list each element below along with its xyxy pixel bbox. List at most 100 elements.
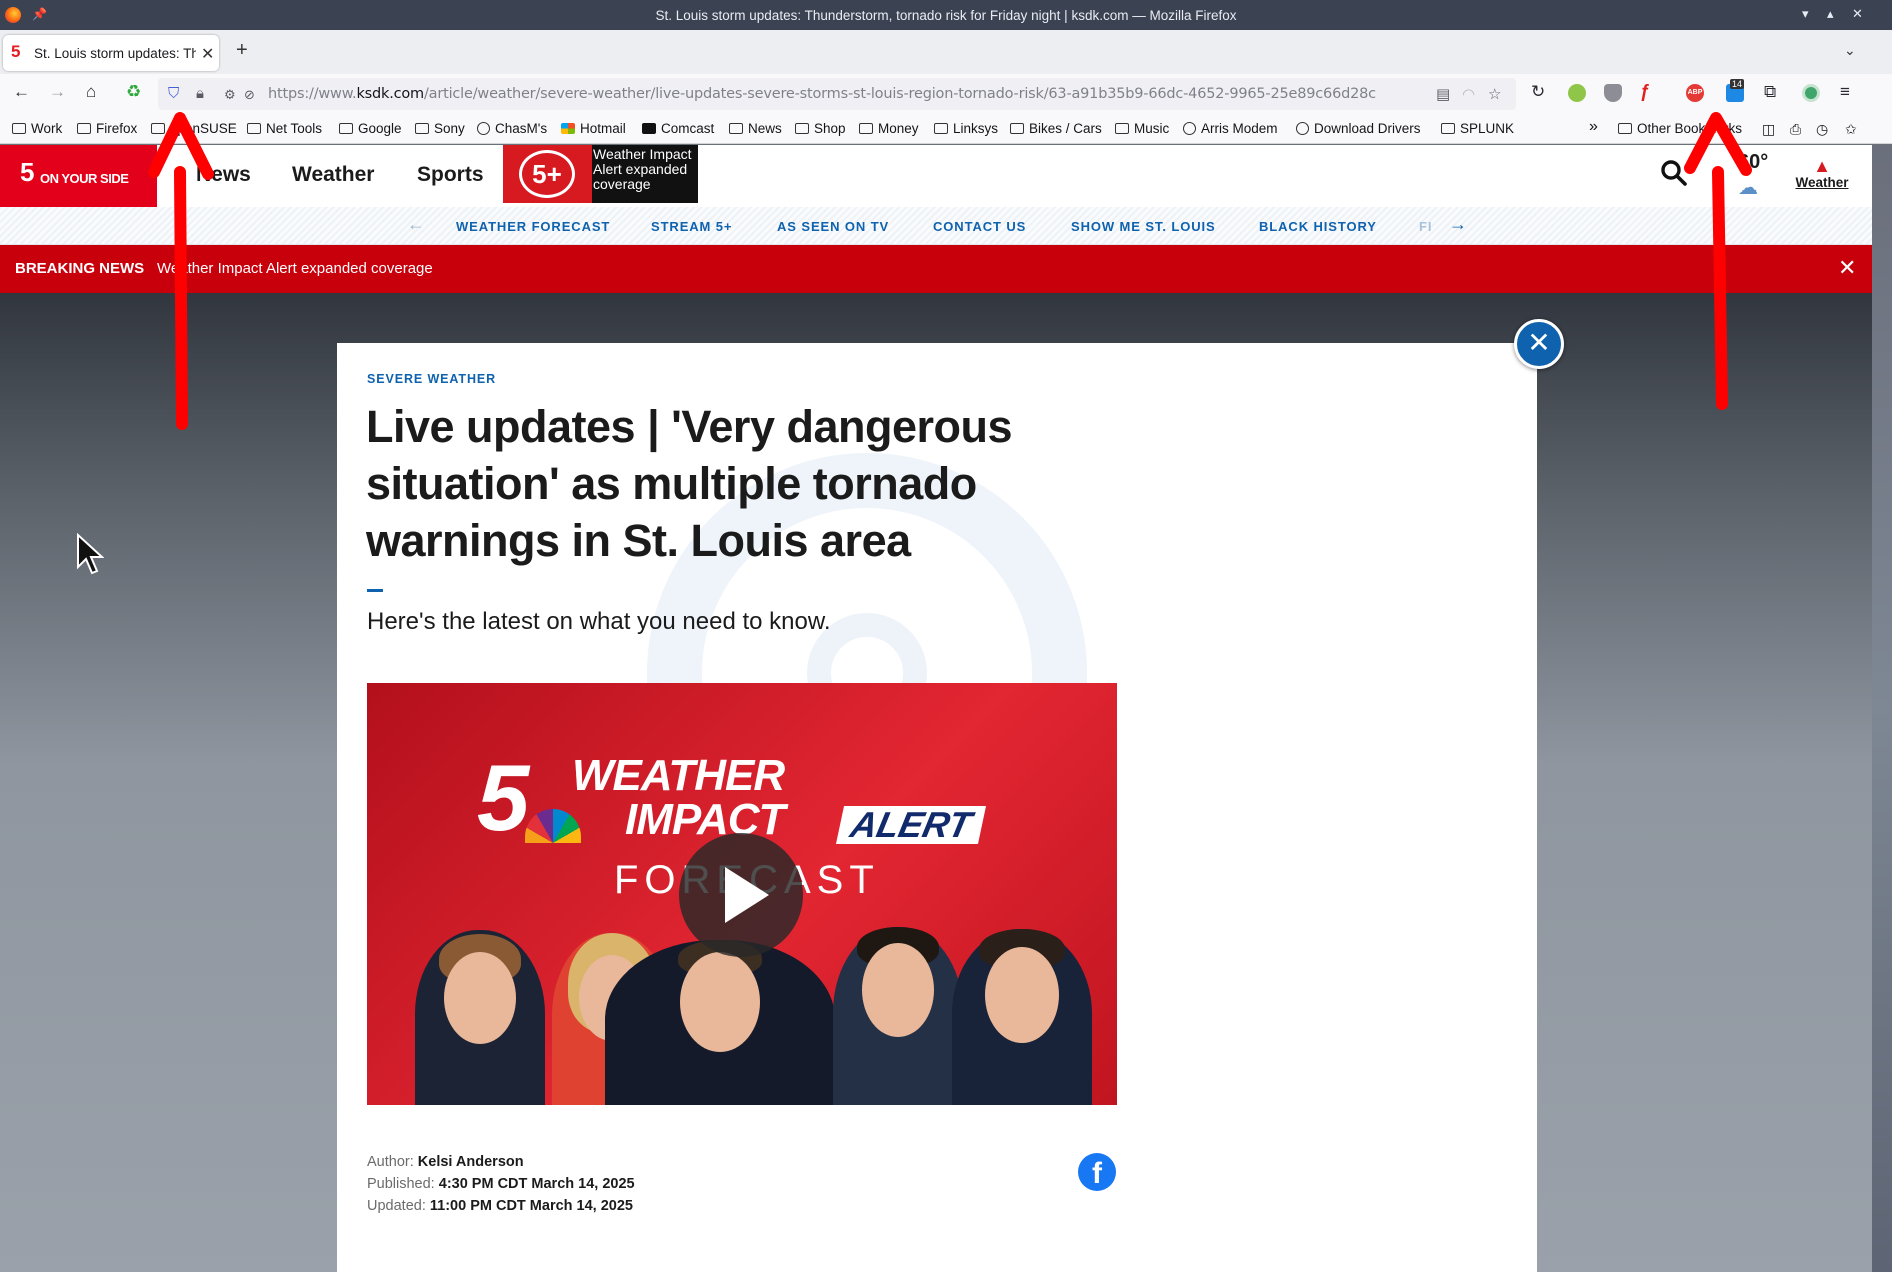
- anchor-photo: [952, 929, 1092, 1105]
- bookmark-work[interactable]: Work: [12, 121, 62, 136]
- extension-shield-icon[interactable]: [1604, 84, 1622, 102]
- profile-extension-icon[interactable]: [1802, 84, 1820, 102]
- fiveplus-logo-bg: 5+: [503, 145, 592, 203]
- article-category[interactable]: SEVERE WEATHER: [367, 372, 496, 386]
- anchor-face: [985, 947, 1059, 1043]
- bookmark-chasms[interactable]: ChasM's: [477, 121, 547, 136]
- logo-text: ON YOUR SIDE: [40, 171, 129, 186]
- bookmark-bikes-cars[interactable]: Bikes / Cars: [1010, 121, 1102, 136]
- bookmark-splunk[interactable]: SPLUNK: [1441, 121, 1514, 136]
- url-text[interactable]: https://www.ksdk.com/article/weather/sev…: [268, 86, 1376, 102]
- close-window-icon[interactable]: ✕: [1852, 6, 1863, 22]
- bookmark-comcast[interactable]: Comcast: [642, 121, 714, 136]
- published-line: Published: 4:30 PM CDT March 14, 2025: [367, 1176, 635, 1192]
- more-bookmarks-chevron-icon[interactable]: »: [1589, 118, 1598, 136]
- play-button-icon[interactable]: [679, 833, 803, 957]
- nav-sports[interactable]: Sports: [417, 163, 484, 187]
- extension-green-icon[interactable]: [1568, 84, 1586, 102]
- nav-weather[interactable]: Weather: [292, 163, 374, 187]
- bookmark-sony[interactable]: Sony: [415, 121, 465, 136]
- video-title-alert: ALERT: [835, 804, 987, 845]
- bookmark-firefox[interactable]: Firefox: [77, 121, 137, 136]
- article-meta: Author: Kelsi Anderson Published: 4:30 P…: [367, 1151, 635, 1217]
- fiveplus-promo[interactable]: 5+ Weather Impact Alert expanded coverag…: [503, 145, 698, 203]
- close-breaking-news-icon[interactable]: ✕: [1838, 255, 1856, 281]
- tab-title: St. Louis storm updates: Th: [34, 46, 196, 61]
- bookmark-star-icon[interactable]: ☆: [1488, 85, 1501, 103]
- reload-icon[interactable]: ↻: [1531, 82, 1545, 102]
- bookmark-arris-modem[interactable]: Arris Modem: [1183, 121, 1278, 136]
- subnav-contact-us[interactable]: CONTACT US: [933, 219, 1026, 234]
- annotation-arrow-extension: [1684, 112, 1752, 410]
- subnav-stream-5plus[interactable]: STREAM 5+: [651, 219, 732, 234]
- folder-icon: [247, 123, 261, 134]
- mouse-cursor-icon: [77, 533, 104, 575]
- lock-icon[interactable]: 🔒︎: [196, 85, 204, 102]
- globe-icon: [477, 122, 490, 135]
- facebook-share-icon[interactable]: f: [1078, 1153, 1116, 1191]
- bookmark-news[interactable]: News: [729, 121, 782, 136]
- tab-ksdk[interactable]: 5 St. Louis storm updates: Th ✕: [3, 35, 219, 71]
- bookmark-download-drivers[interactable]: Download Drivers: [1296, 121, 1421, 136]
- subnav-truncated-item[interactable]: FI: [1419, 219, 1432, 234]
- fiveplus-text: Weather Impact Alert expanded coverage: [593, 146, 692, 192]
- weather-alerts-button[interactable]: ▲ Weather: [1794, 157, 1850, 190]
- bookmarks-toolbar: Work Firefox openSUSE Net Tools Google S…: [0, 114, 1892, 144]
- video-player[interactable]: 5 WEATHER IMPACT ALERT FORECAST: [367, 683, 1117, 1105]
- ksdk-logo[interactable]: 5 ON YOUR SIDE: [0, 145, 157, 207]
- app-menu-icon[interactable]: ≡: [1840, 82, 1850, 102]
- anchor-photo: [605, 940, 835, 1105]
- subnav-as-seen-on-tv[interactable]: AS SEEN ON TV: [777, 219, 889, 234]
- new-tab-button[interactable]: +: [236, 40, 248, 60]
- forward-icon[interactable]: →: [49, 82, 66, 102]
- maximize-icon[interactable]: ▴: [1827, 6, 1834, 22]
- desktop-background-strip: [1872, 145, 1892, 1272]
- bookmark-music[interactable]: Music: [1115, 121, 1169, 136]
- anchor-photo: [833, 927, 963, 1105]
- window-titlebar[interactable]: 📌 St. Louis storm updates: Thunderstorm,…: [0, 0, 1892, 30]
- subnav-show-me-st-louis[interactable]: SHOW ME ST. LOUIS: [1071, 219, 1216, 234]
- back-icon[interactable]: ←: [13, 82, 30, 102]
- folder-icon: [415, 123, 429, 134]
- reader-view-icon[interactable]: ▤: [1436, 85, 1450, 103]
- webpage: 5 ON YOUR SIDE News Weather Sports 5+ We…: [0, 145, 1872, 1272]
- close-tab-icon[interactable]: ✕: [201, 44, 214, 64]
- flash-extension-icon[interactable]: ƒ: [1640, 81, 1658, 101]
- extensions-puzzle-icon[interactable]: ⧉: [1764, 82, 1776, 102]
- close-article-button[interactable]: ✕: [1514, 319, 1564, 369]
- article-summary: Here's the latest on what you need to kn…: [367, 608, 831, 635]
- bookmark-linksys[interactable]: Linksys: [934, 121, 998, 136]
- page-action-icon[interactable]: ◠: [1462, 85, 1475, 103]
- subnav-next-arrow-icon[interactable]: →: [1449, 214, 1468, 235]
- author-name[interactable]: Kelsi Anderson: [418, 1154, 524, 1170]
- bookmark-money[interactable]: Money: [859, 121, 919, 136]
- folder-icon: [859, 123, 873, 134]
- history-icon[interactable]: ◷: [1816, 121, 1828, 138]
- sidebar-icon[interactable]: ◫: [1762, 121, 1775, 138]
- sync-extension-icon[interactable]: ♻: [126, 82, 141, 102]
- folder-icon: [339, 123, 353, 134]
- bookmark-manager-icon[interactable]: ✩: [1845, 121, 1857, 138]
- fiveplus-logo: 5+: [519, 150, 575, 198]
- bookmark-hotmail[interactable]: Hotmail: [561, 121, 626, 136]
- breaking-news-banner[interactable]: BREAKING NEWS Weather Impact Alert expan…: [0, 245, 1872, 293]
- window-title: St. Louis storm updates: Thunderstorm, t…: [655, 8, 1237, 23]
- bookmark-shop[interactable]: Shop: [795, 121, 846, 136]
- minimize-icon[interactable]: ▾: [1802, 6, 1809, 22]
- adblock-plus-icon[interactable]: ABP: [1686, 84, 1704, 102]
- bookmark-google[interactable]: Google: [339, 121, 402, 136]
- subnav-prev-arrow-icon[interactable]: ←: [407, 214, 426, 235]
- subnav-black-history[interactable]: BLACK HISTORY: [1259, 219, 1377, 234]
- subnav-weather-forecast[interactable]: WEATHER FORECAST: [456, 219, 610, 234]
- anchor-photo: [415, 930, 545, 1105]
- screenshot-icon[interactable]: ⎙: [1790, 121, 1801, 138]
- home-icon[interactable]: ⌂: [86, 82, 96, 102]
- url-bar[interactable]: ⛉ 🔒︎ ⚙ ⊘ https://www.ksdk.com/article/we…: [158, 78, 1516, 110]
- list-all-tabs-icon[interactable]: ⌄: [1844, 42, 1856, 59]
- permissions-icon[interactable]: ⚙: [224, 87, 236, 103]
- bookmark-net-tools[interactable]: Net Tools: [247, 121, 322, 136]
- globe-icon: [1296, 122, 1309, 135]
- tracking-protection-shield-icon[interactable]: ⛉: [168, 85, 179, 102]
- breaking-news-label: BREAKING NEWS: [15, 260, 145, 277]
- autoplay-blocked-icon[interactable]: ⊘: [244, 87, 255, 103]
